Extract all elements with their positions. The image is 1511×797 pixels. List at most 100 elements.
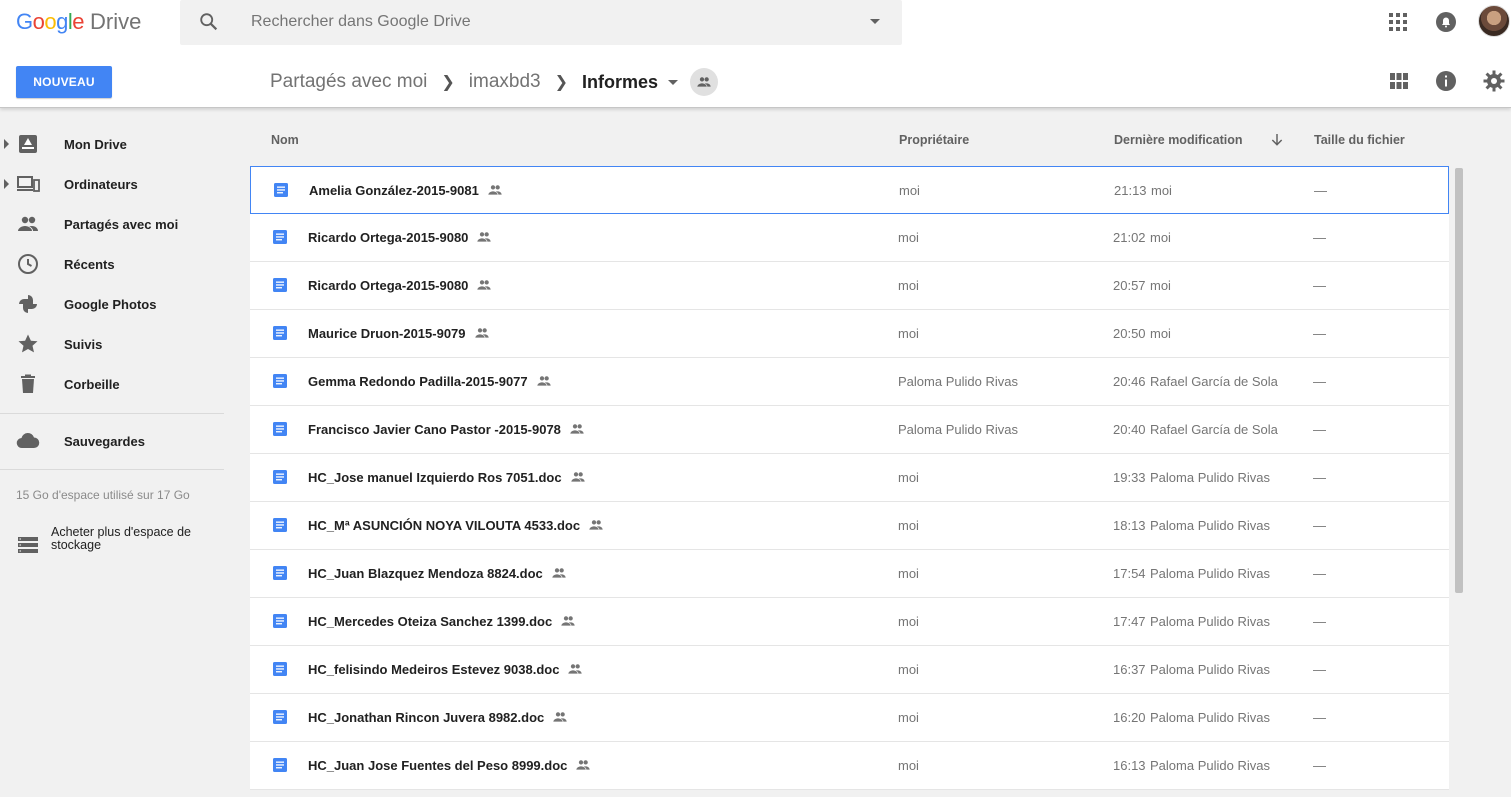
file-row[interactable]: Ricardo Ortega-2015-9080 moi 20:57 moi — bbox=[250, 262, 1449, 310]
file-modified-by: moi bbox=[1150, 278, 1171, 293]
apps-grid-icon[interactable] bbox=[1386, 10, 1410, 34]
file-modified-by: Paloma Pulido Rivas bbox=[1150, 566, 1270, 581]
file-owner: moi bbox=[898, 518, 919, 533]
google-drive-logo[interactable]: Google Drive bbox=[16, 8, 141, 36]
file-modified-by: Paloma Pulido Rivas bbox=[1150, 710, 1270, 725]
shared-icon bbox=[18, 216, 38, 231]
search-box[interactable]: Rechercher dans Google Drive bbox=[180, 0, 902, 45]
file-size: — bbox=[1313, 566, 1326, 581]
sidebar-item-backups[interactable]: Sauvegardes bbox=[0, 421, 240, 461]
file-owner: moi bbox=[898, 230, 919, 245]
sidebar-item-trash[interactable]: Corbeille bbox=[0, 364, 240, 404]
file-size: — bbox=[1313, 710, 1326, 725]
file-size: — bbox=[1313, 470, 1326, 485]
expand-arrow-icon[interactable] bbox=[4, 139, 9, 149]
notifications-icon[interactable] bbox=[1434, 10, 1458, 34]
breadcrumb: Partagés avec moi ❯ imaxbd3 ❯ Informes bbox=[270, 68, 719, 96]
file-row[interactable]: Francisco Javier Cano Pastor -2015-9078 P… bbox=[250, 406, 1449, 454]
google-doc-icon bbox=[272, 757, 288, 773]
file-modified-time: 16:13 bbox=[1113, 758, 1146, 773]
file-owner: Paloma Pulido Rivas bbox=[898, 374, 1018, 389]
search-input[interactable]: Rechercher dans Google Drive bbox=[251, 13, 471, 31]
file-size: — bbox=[1313, 374, 1326, 389]
breadcrumb-current-folder[interactable]: Informes bbox=[582, 72, 658, 93]
file-name: HC_Juan Jose Fuentes del Peso 8999.doc bbox=[308, 758, 591, 773]
breadcrumb-item-folder[interactable]: imaxbd3 bbox=[469, 71, 541, 93]
chevron-right-icon: ❯ bbox=[441, 74, 455, 91]
shared-icon bbox=[551, 565, 567, 581]
grid-view-icon[interactable] bbox=[1387, 69, 1411, 93]
file-owner: moi bbox=[898, 470, 919, 485]
file-name-text: HC_Juan Jose Fuentes del Peso 8999.doc bbox=[308, 758, 568, 773]
expand-arrow-icon[interactable] bbox=[4, 179, 9, 189]
logo-google-text: Google bbox=[16, 9, 85, 34]
search-options-dropdown-icon[interactable] bbox=[870, 19, 880, 24]
file-row[interactable]: HC_felisindo Medeiros Estevez 9038.doc mo… bbox=[250, 646, 1449, 694]
column-header-name[interactable]: Nom bbox=[271, 133, 299, 147]
google-doc-icon bbox=[272, 373, 288, 389]
info-icon[interactable] bbox=[1434, 69, 1458, 93]
file-modified-time: 17:54 bbox=[1113, 566, 1146, 581]
logo-drive-text: Drive bbox=[90, 9, 142, 34]
file-row[interactable]: HC_Mercedes Oteiza Sanchez 1399.doc moi 17… bbox=[250, 598, 1449, 646]
file-modified-time: 20:50 bbox=[1113, 326, 1146, 341]
file-name: Maurice Druon-2015-9079 bbox=[308, 326, 490, 341]
sidebar-item-shared-with-me[interactable]: Partagés avec moi bbox=[0, 204, 240, 244]
file-name-text: Ricardo Ortega-2015-9080 bbox=[308, 278, 469, 293]
column-header-owner[interactable]: Propriétaire bbox=[899, 133, 969, 147]
google-doc-icon bbox=[272, 565, 288, 581]
folder-menu-dropdown-icon[interactable] bbox=[668, 79, 679, 85]
buy-storage-label: Acheter plus d'espace de stockage bbox=[51, 525, 191, 552]
buy-storage-link[interactable]: Acheter plus d'espace de stockage bbox=[16, 526, 216, 558]
sidebar-item-recent[interactable]: Récents bbox=[0, 244, 240, 284]
file-row[interactable]: HC_Mª ASUNCIÓN NOYA VILOUTA 4533.doc moi 1… bbox=[250, 502, 1449, 550]
file-owner: moi bbox=[898, 614, 919, 629]
breadcrumb-item-shared[interactable]: Partagés avec moi bbox=[270, 71, 427, 93]
file-name-text: HC_Jonathan Rincon Juvera 8982.doc bbox=[308, 710, 545, 725]
file-row[interactable]: Gemma Redondo Padilla-2015-9077 Paloma Pu… bbox=[250, 358, 1449, 406]
shared-icon bbox=[560, 613, 576, 629]
file-owner: Paloma Pulido Rivas bbox=[898, 422, 1018, 437]
file-size: — bbox=[1313, 758, 1326, 773]
column-header-size[interactable]: Taille du fichier bbox=[1314, 133, 1405, 147]
sidebar-item-google-photos[interactable]: Google Photos bbox=[0, 284, 240, 324]
file-name: Francisco Javier Cano Pastor -2015-9078 bbox=[308, 422, 585, 437]
sidebar-item-computers[interactable]: Ordinateurs bbox=[0, 164, 240, 204]
file-row[interactable]: HC_Juan Jose Fuentes del Peso 8999.doc mo… bbox=[250, 742, 1449, 790]
file-name-text: HC_Mª ASUNCIÓN NOYA VILOUTA 4533.doc bbox=[308, 518, 581, 533]
settings-gear-icon[interactable] bbox=[1482, 69, 1506, 93]
sidebar-item-starred[interactable]: Suivis bbox=[0, 324, 240, 364]
shared-icon bbox=[552, 709, 568, 725]
file-row[interactable]: HC_Jose manuel Izquierdo Ros 7051.doc moi… bbox=[250, 454, 1449, 502]
file-row[interactable]: Ricardo Ortega-2015-9080 moi 21:02 moi — bbox=[250, 214, 1449, 262]
file-row[interactable]: HC_Juan Blazquez Mendoza 8824.doc moi 17:5… bbox=[250, 550, 1449, 598]
file-name-text: Gemma Redondo Padilla-2015-9077 bbox=[308, 374, 528, 389]
my-drive-icon bbox=[19, 135, 37, 153]
file-modified-by: moi bbox=[1151, 183, 1172, 198]
file-row[interactable]: Maurice Druon-2015-9079 moi 20:50 moi — bbox=[250, 310, 1449, 358]
scrollbar-thumb[interactable] bbox=[1455, 168, 1463, 593]
file-name-text: HC_Mercedes Oteiza Sanchez 1399.doc bbox=[308, 614, 553, 629]
new-button[interactable]: NOUVEAU bbox=[16, 66, 112, 98]
file-name: HC_Jose manuel Izquierdo Ros 7051.doc bbox=[308, 470, 586, 485]
shared-icon bbox=[476, 277, 492, 293]
file-size: — bbox=[1313, 278, 1326, 293]
sidebar-item-label: Mon Drive bbox=[64, 136, 127, 152]
scrollbar[interactable] bbox=[1453, 166, 1465, 797]
shared-icon bbox=[536, 373, 552, 389]
computers-icon bbox=[17, 176, 40, 192]
file-size: — bbox=[1314, 183, 1327, 198]
file-row[interactable]: Amelia González-2015-9081 moi 21:13 moi — bbox=[250, 166, 1449, 214]
file-owner: moi bbox=[899, 183, 920, 198]
user-avatar[interactable] bbox=[1478, 5, 1510, 37]
sidebar-item-my-drive[interactable]: Mon Drive bbox=[0, 124, 240, 164]
search-icon[interactable] bbox=[198, 11, 220, 33]
shared-icon bbox=[474, 325, 490, 341]
sidebar-item-label: Google Photos bbox=[64, 296, 157, 312]
sort-down-arrow-icon[interactable] bbox=[1269, 132, 1285, 148]
google-doc-icon bbox=[272, 325, 288, 341]
column-header-modified[interactable]: Dernière modification bbox=[1114, 133, 1243, 147]
file-row[interactable]: HC_Jonathan Rincon Juvera 8982.doc moi 16:… bbox=[250, 694, 1449, 742]
file-name-text: Francisco Javier Cano Pastor -2015-9078 bbox=[308, 422, 561, 437]
shared-folder-icon[interactable] bbox=[690, 68, 719, 96]
